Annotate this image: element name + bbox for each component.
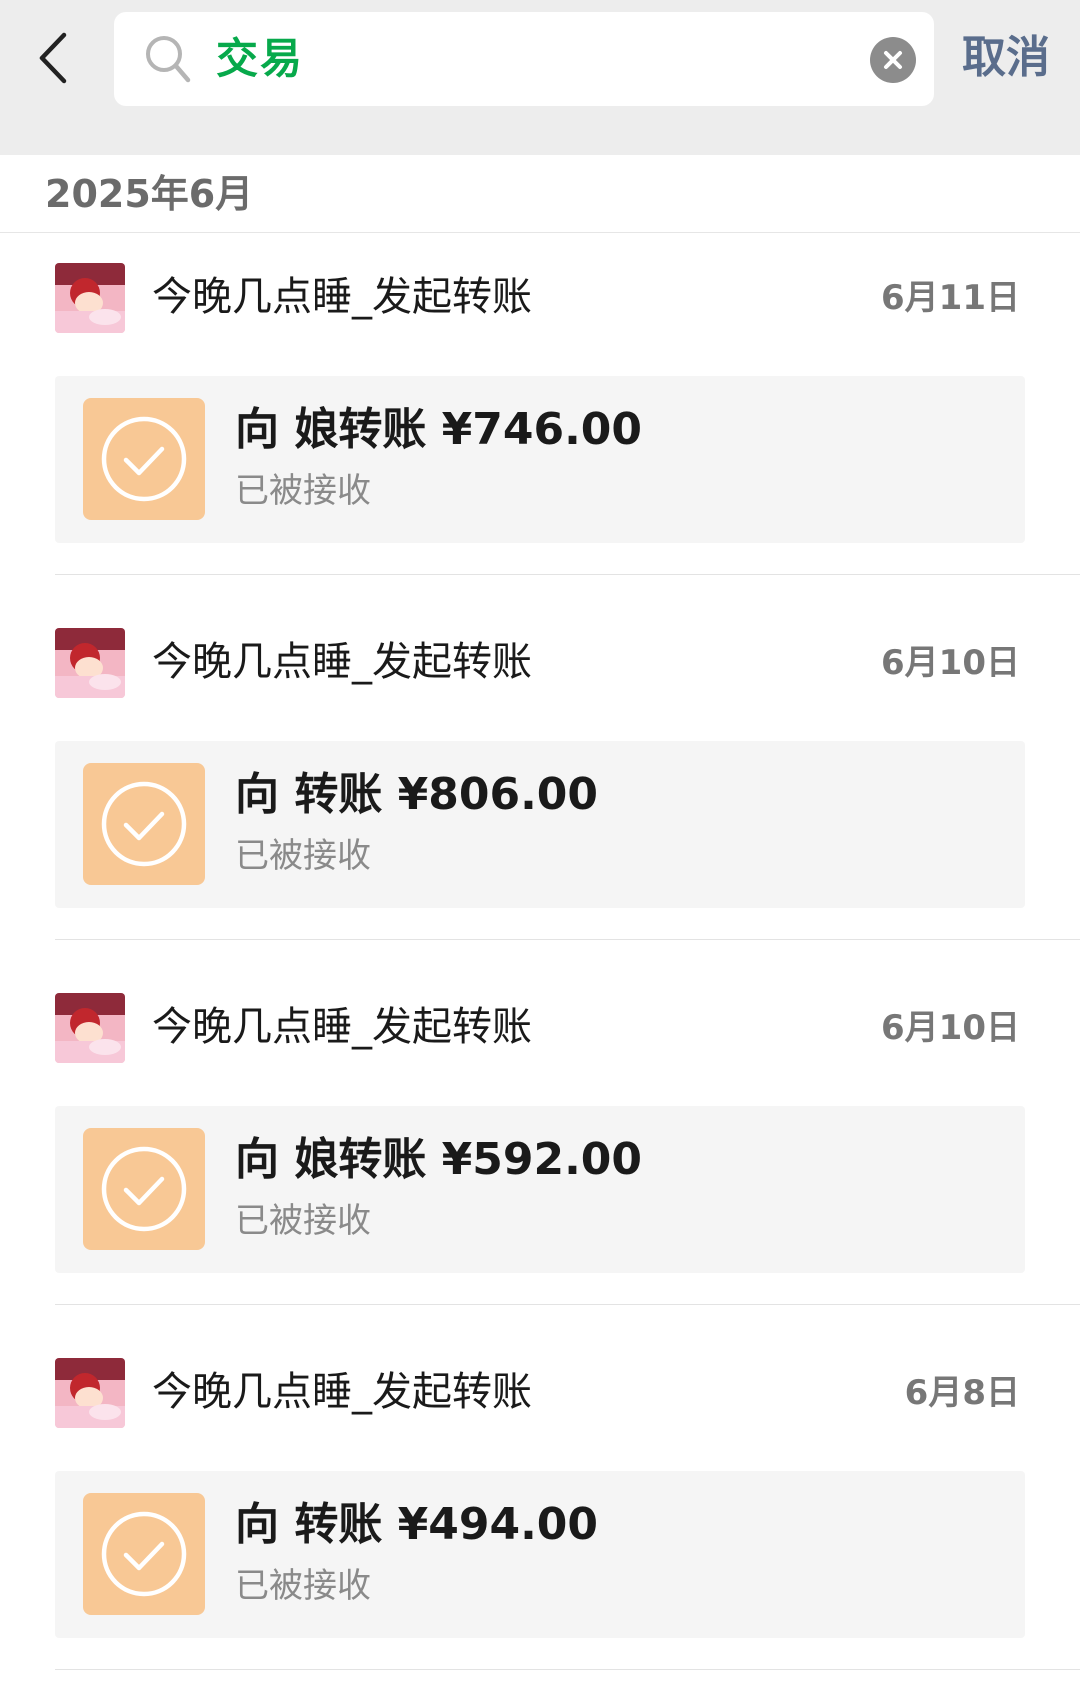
search-icon [146, 36, 191, 83]
chevron-left-icon [39, 32, 67, 84]
search-input[interactable]: 交易 [114, 12, 934, 106]
transfer-title: 向 娘转账 ¥592.00 [235, 1134, 643, 1185]
transfer-card[interactable]: 向 转账 ¥494.00 已被接收 [55, 1471, 1025, 1638]
transfer-card[interactable]: 向 娘转账 ¥592.00 已被接收 [55, 1106, 1025, 1273]
transfer-status: 已被接收 [235, 471, 371, 511]
cancel-button[interactable]: 取消 [962, 30, 1050, 86]
avatar [55, 628, 125, 698]
transfer-title: 向 转账 ¥494.00 [235, 1499, 599, 1550]
divider [55, 574, 1080, 575]
checkmark-circle-icon [101, 1511, 187, 1597]
record-date: 6月8日 [904, 1373, 1020, 1413]
record-date: 6月10日 [881, 643, 1020, 683]
transfer-status-tile [83, 398, 205, 520]
record-date: 6月11日 [881, 278, 1020, 318]
transfer-title: 向 转账 ¥806.00 [235, 769, 599, 820]
checkmark-circle-icon [101, 416, 187, 502]
transaction-record[interactable]: 今晚几点睡_发起转账 6月10日 向 娘转账 ¥592.00 已被接收 [0, 963, 1080, 1328]
close-icon [884, 51, 902, 69]
transfer-title: 向 娘转账 ¥746.00 [235, 404, 643, 455]
transfer-status: 已被接收 [235, 1201, 371, 1241]
clear-search-button[interactable] [870, 37, 916, 83]
avatar [55, 1358, 125, 1428]
transfer-status: 已被接收 [235, 836, 371, 876]
search-query: 交易 [216, 34, 305, 83]
record-date: 6月10日 [881, 1008, 1020, 1048]
month-label: 2025年6月 [45, 172, 254, 216]
transfer-status: 已被接收 [235, 1566, 371, 1606]
transaction-record[interactable]: 今晚几点睡_发起转账 6月8日 向 转账 ¥494.00 已被接收 [0, 1328, 1080, 1693]
divider [55, 939, 1080, 940]
checkmark-circle-icon [101, 781, 187, 867]
divider [55, 1669, 1080, 1670]
transfer-status-tile [83, 1493, 205, 1615]
chat-name: 今晚几点睡_发起转账 [152, 639, 532, 685]
transfer-status-tile [83, 763, 205, 885]
checkmark-circle-icon [101, 1146, 187, 1232]
divider [55, 1304, 1080, 1305]
avatar [55, 263, 125, 333]
chat-name: 今晚几点睡_发起转账 [152, 1004, 532, 1050]
transfer-card[interactable]: 向 娘转账 ¥746.00 已被接收 [55, 376, 1025, 543]
chat-name: 今晚几点睡_发起转账 [152, 274, 532, 320]
avatar [55, 993, 125, 1063]
transaction-record[interactable]: 今晚几点睡_发起转账 6月11日 向 娘转账 ¥746.00 已被接收 [0, 233, 1080, 598]
transaction-record[interactable]: 今晚几点睡_发起转账 6月10日 向 转账 ¥806.00 已被接收 [0, 598, 1080, 963]
chat-name: 今晚几点睡_发起转账 [152, 1369, 532, 1415]
month-section-header: 2025年6月 [0, 155, 1080, 233]
transfer-card[interactable]: 向 转账 ¥806.00 已被接收 [55, 741, 1025, 908]
transfer-status-tile [83, 1128, 205, 1250]
top-bar: 交易 取消 [0, 0, 1080, 155]
back-button[interactable] [22, 28, 82, 88]
